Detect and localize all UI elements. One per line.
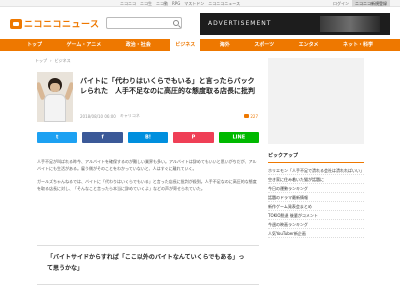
- figure-face: [50, 83, 60, 92]
- breadcrumb-home[interactable]: トップ: [35, 58, 47, 64]
- comment-count[interactable]: 227: [244, 114, 258, 119]
- article-paragraph: ガールズちゃんねるでは、バイトに「代わりはいくらでもいる」と言った店長に批判が殺…: [37, 179, 257, 191]
- pickup-list: ホリエモン「人手不足で潰れる会社は潰れればいい」 空き家に住み着いた猫が話題に …: [268, 166, 364, 238]
- search-box: [106, 17, 182, 37]
- share-facebook-button[interactable]: f: [82, 132, 123, 143]
- site-header: ニコニコニュース ADVERTISEMENT: [0, 7, 400, 39]
- service-link[interactable]: ニコニコニュース: [208, 0, 240, 7]
- nav-item-sports[interactable]: スポーツ: [249, 39, 279, 51]
- comment-count-value: 227: [250, 113, 258, 119]
- pickup-item[interactable]: TOKIO脱退 後輩がコメント: [268, 211, 364, 220]
- article-paragraph: 人手不足が叫ばれる昨今、アルバイトを確保するのが難しい業界も多い。アルバイトは辞…: [37, 159, 257, 171]
- line-icon: LINE: [232, 134, 246, 140]
- pickup-item[interactable]: 空き家に住み着いた猫が話題に: [268, 175, 364, 184]
- article-source[interactable]: キャリコネ: [120, 113, 140, 119]
- search-icon[interactable]: [173, 20, 179, 26]
- service-link[interactable]: ニコニコ: [120, 0, 136, 7]
- facebook-icon: f: [101, 134, 104, 140]
- nav-item-business[interactable]: ビジネス: [170, 39, 201, 51]
- breadcrumb-separator: ›: [50, 58, 52, 63]
- pickup-item[interactable]: 新作ゲーム発表会まとめ: [268, 202, 364, 211]
- pickup-item[interactable]: 人気YouTuber新企画: [268, 229, 364, 238]
- nav-item-world[interactable]: 海外: [215, 39, 235, 51]
- share-twitter-button[interactable]: t: [37, 132, 78, 143]
- logo-text: ニコニコニュース: [24, 20, 100, 30]
- hatena-icon: B!: [144, 134, 152, 140]
- pickup-item[interactable]: ホリエモン「人手不足で潰れる会社は潰れればいい」: [268, 166, 364, 175]
- category-nav: トップ ゲーム・アニメ 政治・社会 ビジネス 海外 スポーツ エンタメ ネット・…: [0, 39, 400, 51]
- breadcrumb-current[interactable]: ビジネス: [55, 58, 71, 64]
- service-links: ニコニコ ニコ生 ニコ動 RPG マストドン ニコニコニュース: [120, 0, 240, 7]
- utility-bar: ニコニコ ニコ生 ニコ動 RPG マストドン ニコニコニュース ログイン ニコニ…: [0, 0, 400, 7]
- service-link[interactable]: RPG: [172, 0, 180, 7]
- article-date: 2018/08/10 06:00: [80, 113, 116, 119]
- nav-item-game-anime[interactable]: ゲーム・アニメ: [62, 39, 107, 51]
- figure-body: [44, 94, 66, 122]
- pull-quote-text: 「バイトサイドからすれば「ここ以外のバイトなんていくらでもある」って思うかな」: [47, 254, 245, 272]
- site-logo[interactable]: ニコニコニュース: [10, 17, 100, 30]
- sidebar-ad[interactable]: [268, 58, 364, 144]
- comment-icon: [244, 114, 250, 118]
- nav-item-politics[interactable]: 政治・社会: [121, 39, 156, 51]
- ad-image: [320, 16, 380, 32]
- service-link[interactable]: マストドン: [184, 0, 204, 7]
- ad-label: ADVERTISEMENT: [208, 20, 272, 27]
- account-area: ログイン ニコニコ新規登録: [333, 0, 390, 7]
- share-hatena-button[interactable]: B!: [127, 132, 169, 143]
- service-link[interactable]: ニコ動: [156, 0, 168, 7]
- service-link[interactable]: ニコ生: [140, 0, 152, 7]
- login-link[interactable]: ログイン: [333, 0, 349, 7]
- pickup-item[interactable]: 今週の映画ランキング: [268, 220, 364, 229]
- share-pocket-button[interactable]: P: [173, 132, 214, 143]
- article-body: 人手不足が叫ばれる昨今、アルバイトを確保するのが難しい業界も多い。アルバイトは辞…: [37, 158, 259, 198]
- pull-quote: 「バイトサイドからすれば「ここ以外のバイトなんていくらでもある」って思うかな」: [37, 245, 259, 285]
- twitter-icon: t: [56, 134, 59, 140]
- header-ad-banner[interactable]: ADVERTISEMENT: [200, 13, 390, 35]
- pickup-heading: ピックアップ: [268, 152, 364, 163]
- pocket-icon: P: [191, 134, 196, 140]
- breadcrumb: トップ › ビジネス: [35, 58, 71, 64]
- article-thumbnail: [37, 72, 73, 122]
- tv-logo-icon: [10, 18, 22, 29]
- nav-item-entertainment[interactable]: エンタメ: [294, 39, 324, 51]
- share-line-button[interactable]: LINE: [218, 132, 260, 143]
- nav-item-net-science[interactable]: ネット・科学: [338, 39, 378, 51]
- register-button[interactable]: ニコニコ新規登録: [352, 0, 390, 7]
- search-input[interactable]: [107, 26, 181, 37]
- pickup-item[interactable]: 話題のドラマ最新情報: [268, 193, 364, 202]
- article-title: バイトに「代わりはいくらでもいる」と言ったらバックレられた 人手不足なのに高圧的…: [80, 77, 255, 95]
- nav-item-top[interactable]: トップ: [22, 39, 47, 51]
- article-meta: 2018/08/10 06:00 キャリコネ 227: [80, 113, 258, 119]
- pickup-item[interactable]: 今日の運勢ランキング: [268, 184, 364, 193]
- share-buttons: t f B! P LINE: [37, 132, 260, 143]
